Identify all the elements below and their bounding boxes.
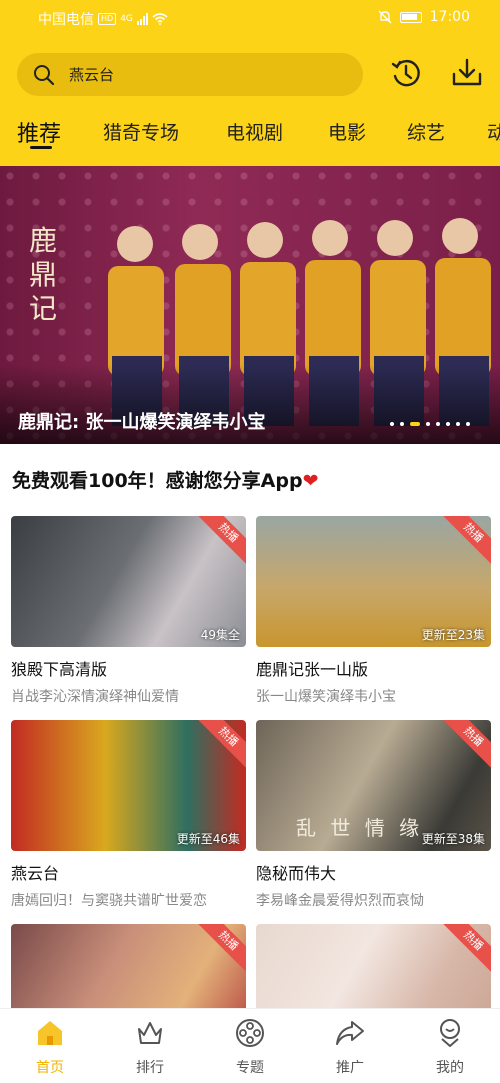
episode-count: 49集全 [200,628,240,642]
carousel-dot[interactable] [446,422,450,426]
download-icon[interactable] [450,56,484,90]
video-thumbnail[interactable]: 乱 世 情 缘 热播 更新至38集 [256,720,491,851]
video-title[interactable]: 隐秘而伟大 [256,860,491,884]
status-bar: 中国电信 HD 4G 17:00 [0,0,500,34]
video-title[interactable]: 燕云台 [11,860,246,884]
video-title[interactable]: 鹿鼎记张一山版 [256,656,491,680]
video-thumbnail[interactable]: 热播 49集全 [11,516,246,647]
video-subtitle: 唐嫣回归！与窦骁共谱旷世爱恋 [11,893,207,909]
tab-variety[interactable]: 综艺 [407,118,445,145]
episode-count: 更新至46集 [176,832,240,846]
tab-anime[interactable]: 动 [487,118,500,145]
hot-badge: 热播 [438,720,491,772]
hero-banner[interactable]: 鹿鼎记 鹿鼎记: 张一山爆笑演绎韦小宝 [0,166,500,444]
video-card[interactable]: 热播 更新至46集 燕云台 唐嫣回归！与窦骁共谱旷世爱恋 [11,720,246,910]
carousel-dot[interactable] [436,422,440,426]
carousel-dot-active[interactable] [410,422,420,426]
tab-curiosity[interactable]: 猎奇专场 [103,118,179,145]
profile-icon [440,1019,460,1047]
poster-title-overlay: 乱 世 情 缘 [296,816,424,840]
video-card[interactable]: 热播 更新至23集 鹿鼎记张一山版 张一山爆笑演绎韦小宝 [256,516,491,706]
active-tab-indicator [30,146,52,149]
top-header: 中国电信 HD 4G 17:00 燕云台 推荐 猎奇专场 电视剧 电影 综艺 动 [0,0,500,166]
tab-movies[interactable]: 电影 [328,118,366,145]
nav-label: 排行 [136,1060,164,1076]
nav-label: 推广 [336,1060,364,1076]
bottom-navigation: 首页 排行 专题 推广 我的 [0,1008,500,1083]
carousel-dot[interactable] [400,422,404,426]
carousel-indicator [390,422,470,426]
carousel-dot[interactable] [466,422,470,426]
episode-count: 更新至38集 [421,832,485,846]
hot-badge: 热播 [193,924,246,976]
category-tabs: 推荐 猎奇专场 电视剧 电影 综艺 动 [0,110,500,160]
search-icon [34,64,55,85]
nav-ranking[interactable]: 排行 [110,1017,190,1077]
tab-recommend[interactable]: 推荐 [17,116,61,148]
history-icon[interactable] [389,56,423,90]
wifi-icon [152,13,168,25]
video-title[interactable]: 狼殿下高清版 [11,656,246,680]
banner-title: 鹿鼎记: 张一山爆笑演绎韦小宝 [18,412,266,433]
nav-profile[interactable]: 我的 [410,1017,490,1077]
nav-promote[interactable]: 推广 [310,1017,390,1077]
ranking-icon [138,1022,162,1044]
hot-badge: 热播 [438,516,491,568]
search-bar[interactable]: 燕云台 [17,53,363,96]
carousel-dot[interactable] [426,422,430,426]
clock: 17:00 [429,9,470,25]
video-subtitle: 李易峰金晨爱得炽烈而哀恸 [256,893,424,909]
nav-label: 专题 [236,1060,264,1076]
film-reel-icon [236,1019,264,1047]
hot-badge: 热播 [193,720,246,772]
nav-label: 首页 [36,1060,64,1076]
mute-bell-icon [378,10,392,24]
section-title: 免费观看100年！感谢您分享App❤ [12,466,319,493]
hot-badge: 热播 [438,924,491,976]
carousel-dot[interactable] [456,422,460,426]
video-thumbnail[interactable]: 热播 更新至23集 [256,516,491,647]
search-input[interactable]: 燕云台 [69,64,114,85]
tab-tv-series[interactable]: 电视剧 [226,118,283,145]
show-logo: 鹿鼎记 [28,224,57,325]
carrier-label: 中国电信 [38,12,94,28]
episode-count: 更新至23集 [421,628,485,642]
carousel-dot[interactable] [390,422,394,426]
nav-topics[interactable]: 专题 [210,1017,290,1077]
network-type: 4G [120,14,133,24]
video-thumbnail[interactable]: 热播 更新至46集 [11,720,246,851]
video-subtitle: 张一山爆笑演绎韦小宝 [256,689,396,705]
nav-label: 我的 [436,1060,464,1076]
battery-icon [399,11,422,23]
hot-badge: 热播 [193,516,246,568]
video-card[interactable]: 乱 世 情 缘 热播 更新至38集 隐秘而伟大 李易峰金晨爱得炽烈而哀恸 [256,720,491,910]
signal-icon [136,13,148,25]
nav-home[interactable]: 首页 [10,1017,90,1077]
video-subtitle: 肖战李沁深情演绎神仙爱情 [11,689,179,705]
section-title-text: 免费观看100年！感谢您分享App [12,470,303,492]
home-icon [38,1021,62,1045]
heart-icon: ❤ [302,470,319,492]
share-icon [336,1021,364,1045]
hd-badge: HD [98,13,117,25]
video-card[interactable]: 热播 49集全 狼殿下高清版 肖战李沁深情演绎神仙爱情 [11,516,246,706]
